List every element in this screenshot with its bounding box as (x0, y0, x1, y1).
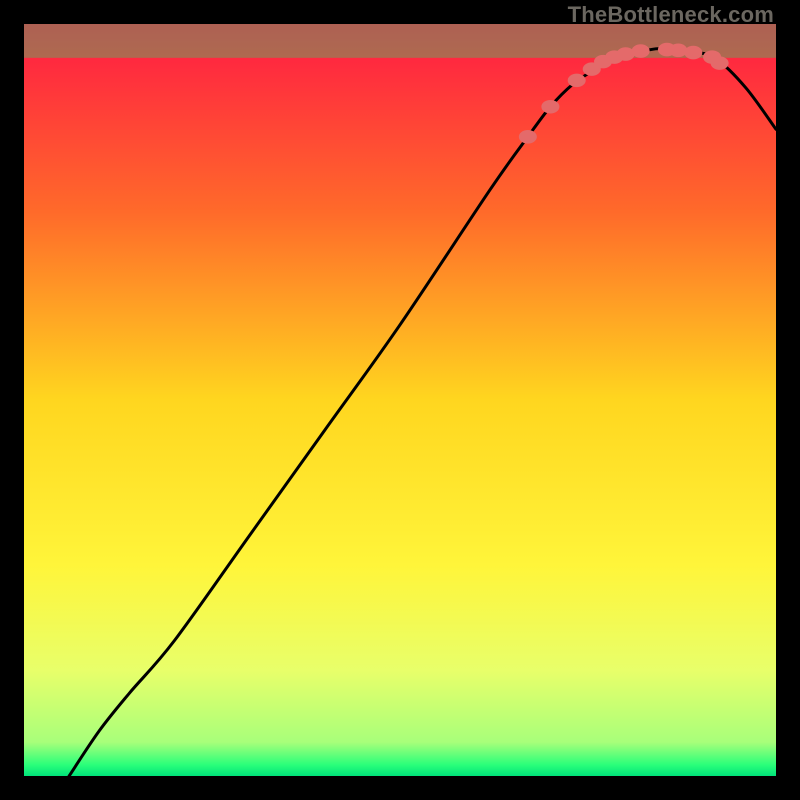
marker-point (669, 44, 687, 58)
marker-point (568, 74, 586, 88)
marker-point (541, 100, 559, 114)
gradient-background (24, 24, 776, 776)
marker-point (711, 56, 729, 70)
chart-svg (24, 24, 776, 776)
marker-point (519, 130, 537, 144)
marker-point (684, 46, 702, 60)
chart-frame (24, 24, 776, 776)
marker-point (632, 44, 650, 58)
